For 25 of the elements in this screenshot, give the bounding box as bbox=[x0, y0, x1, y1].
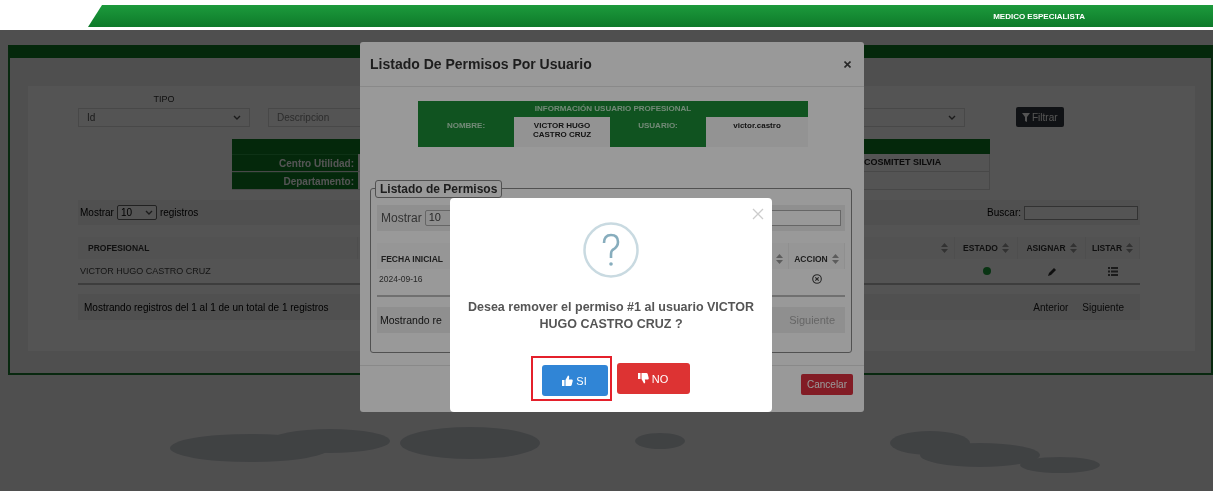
page-size-select[interactable]: 10 bbox=[116, 205, 157, 220]
table-header: INFORMACIÓN USUARIO PROFESIONAL bbox=[418, 101, 808, 117]
pagination-info: Mostrando re bbox=[380, 314, 442, 326]
toolbar-label: Mostrar bbox=[381, 211, 422, 225]
cancel-button[interactable]: Cancelar bbox=[800, 374, 853, 395]
toolbar-label: registros bbox=[159, 207, 199, 218]
table-cell: Centro Utilidad: bbox=[232, 154, 358, 171]
previous-link[interactable]: Anterior bbox=[1033, 301, 1069, 313]
user-role: MEDICO ESPECIALISTA bbox=[993, 11, 1085, 21]
table-cell: NOMBRE: bbox=[418, 117, 514, 147]
field-label: TIPO bbox=[153, 94, 175, 104]
confirm-button[interactable]: SI bbox=[541, 365, 608, 396]
toolbar-label: Mostrar bbox=[80, 207, 114, 218]
search-label: Buscar: bbox=[987, 207, 1021, 218]
dialog-message: Desea remover el permiso #1 al usuario VICTOR HUGO CASTRO CRUZ ? bbox=[467, 299, 755, 333]
pagination-info: Mostrando registros del 1 al 1 de un total de 1 registros bbox=[84, 301, 329, 313]
table-cell: victor.castro bbox=[706, 117, 808, 147]
group-title: Listado de Permisos bbox=[375, 180, 503, 198]
table-cell: USUARIO: bbox=[610, 117, 706, 147]
table-cell: VICTOR HUGO CASTRO CRUZ bbox=[514, 117, 610, 147]
next-link[interactable]: Siguiente bbox=[1082, 301, 1124, 313]
cancel-button[interactable]: NO bbox=[616, 363, 690, 394]
table-cell: Departamento: bbox=[232, 172, 358, 189]
modal-title: Listado De Permisos Por Usuario bbox=[370, 56, 592, 72]
filter-button[interactable]: Filtrar bbox=[1016, 107, 1064, 127]
